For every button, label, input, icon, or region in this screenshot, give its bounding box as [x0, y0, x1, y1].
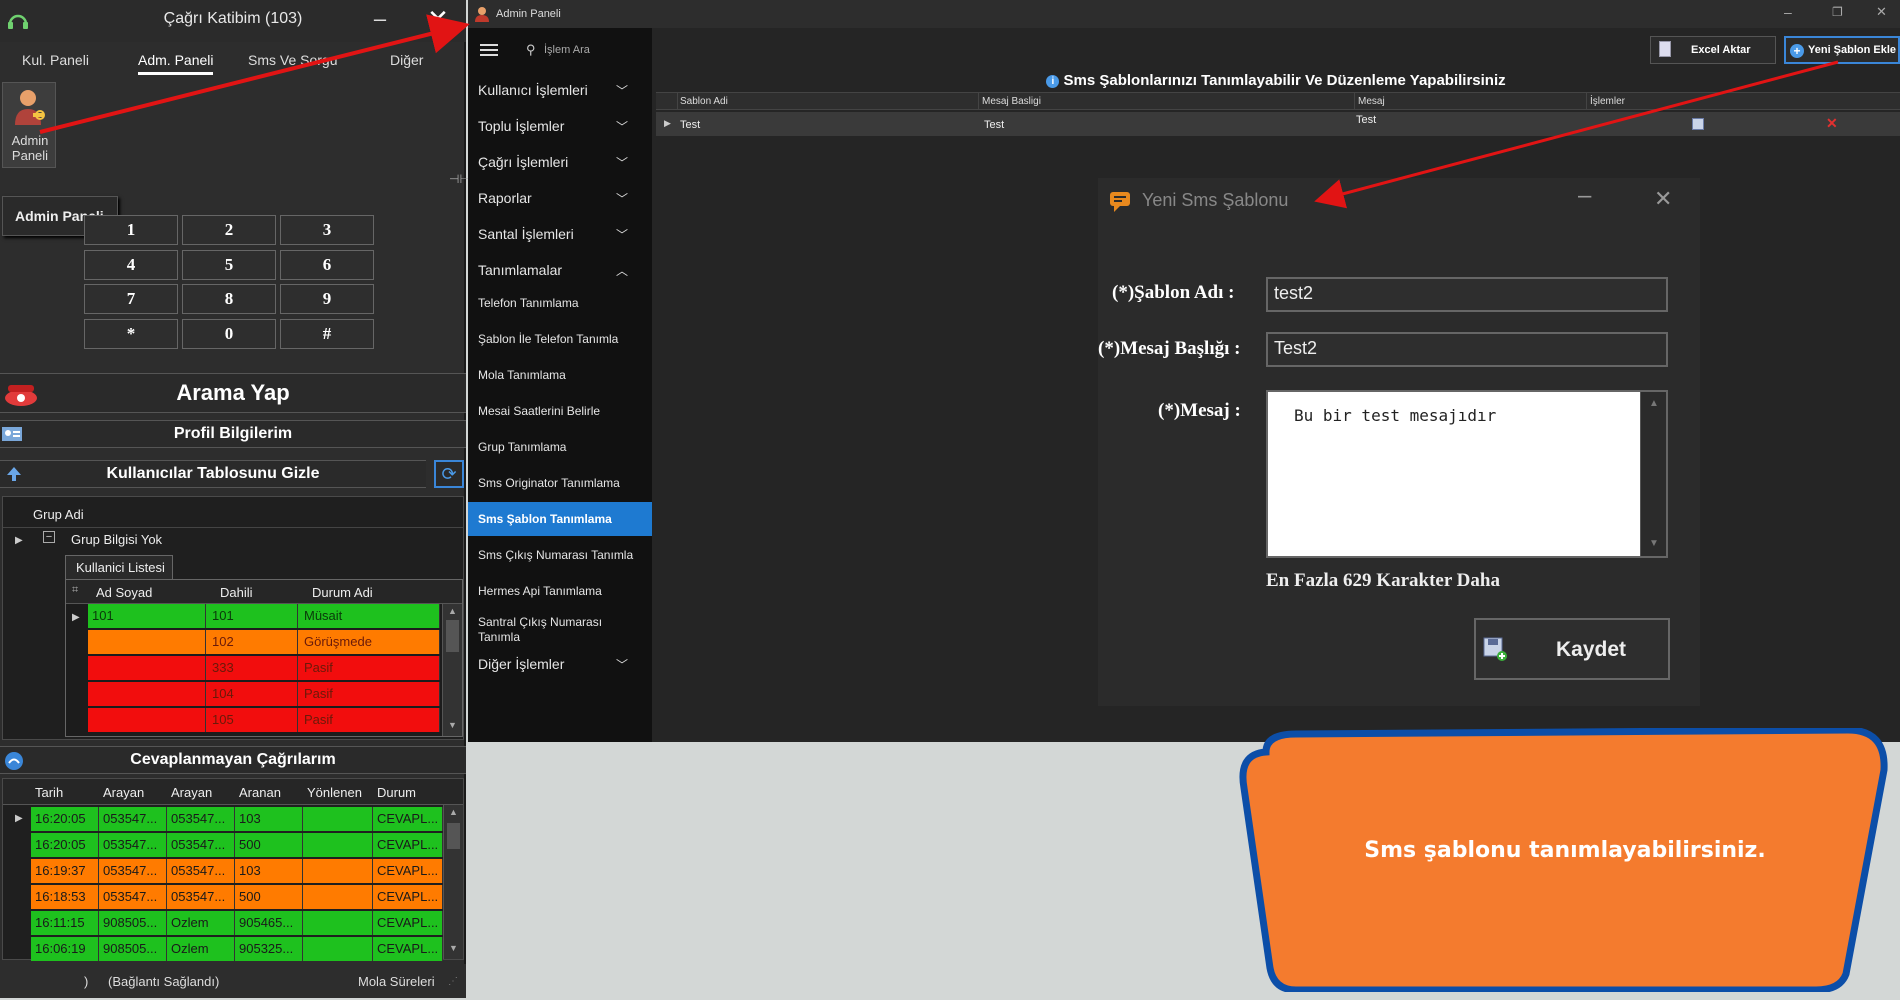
arrow-admin-to-panel: [39, 14, 470, 134]
callout-text: Sms şablonu tanımlayabilirsiniz.: [1364, 838, 1766, 863]
arrow-button-to-dialog: [1314, 60, 1839, 209]
